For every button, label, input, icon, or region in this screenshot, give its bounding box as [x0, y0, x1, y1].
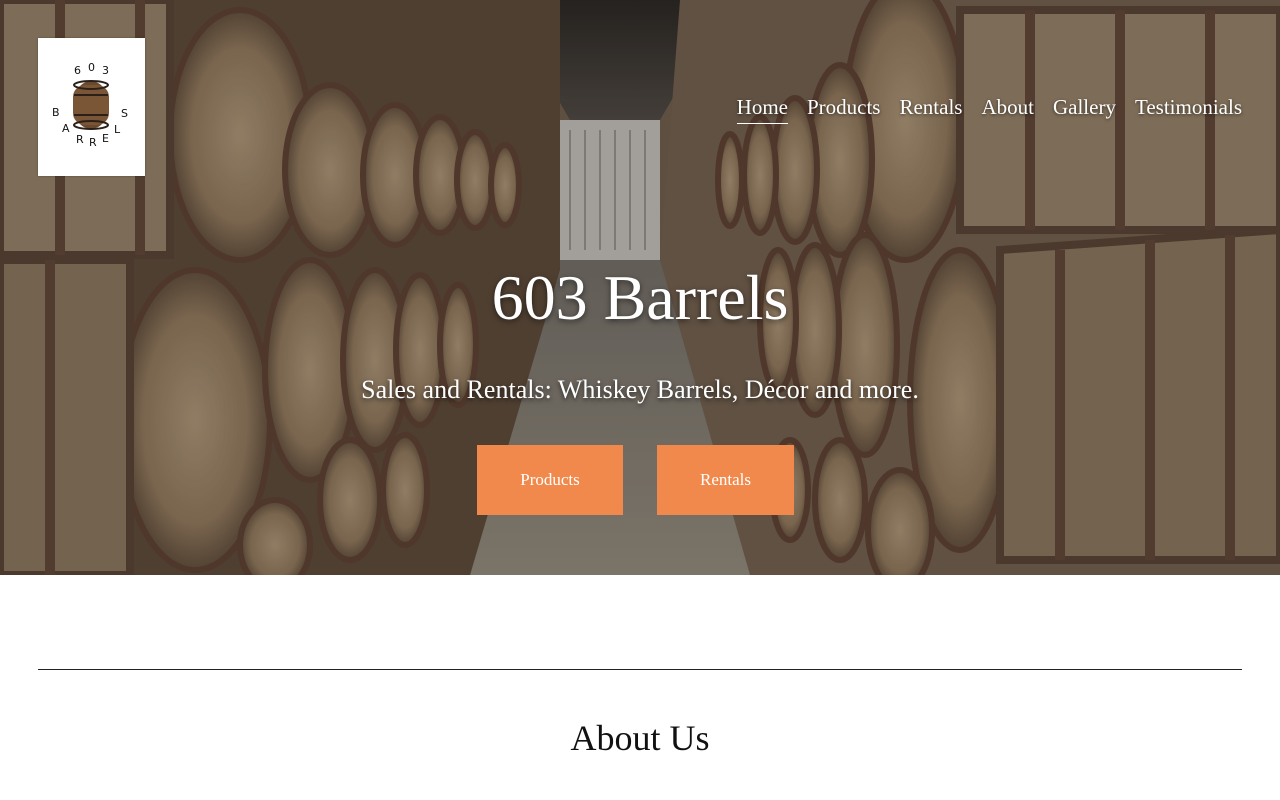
rentals-button[interactable]: Rentals	[657, 445, 794, 515]
hero-subtitle: Sales and Rentals: Whiskey Barrels, Déco…	[361, 375, 919, 404]
hero-title: 603 Barrels	[491, 262, 789, 333]
hero-section: 6 0 3 B A R R E L S Home Products Rental…	[0, 0, 1280, 575]
nav-testimonials[interactable]: Testimonials	[1135, 94, 1242, 123]
logo-letter: 6	[74, 64, 81, 77]
logo-letter: R	[76, 133, 84, 146]
site-logo[interactable]: 6 0 3 B A R R E L S	[38, 38, 145, 176]
nav-products[interactable]: Products	[807, 94, 881, 123]
logo-letter: L	[114, 123, 121, 136]
products-button[interactable]: Products	[477, 445, 623, 515]
nav-gallery[interactable]: Gallery	[1053, 94, 1116, 123]
about-heading: About Us	[570, 718, 710, 758]
nav-home[interactable]: Home	[736, 94, 788, 124]
nav-about[interactable]: About	[981, 94, 1034, 123]
section-divider	[38, 669, 1242, 670]
logo-letter: 3	[102, 64, 109, 77]
logo-letter: S	[121, 107, 128, 120]
logo-letter: A	[62, 122, 70, 135]
logo-letter: R	[89, 136, 97, 149]
nav-rentals[interactable]: Rentals	[899, 94, 962, 123]
logo-letter: B	[52, 106, 60, 119]
logo-letter: 0	[88, 61, 95, 74]
main-nav: Home Products Rentals About Gallery Test…	[736, 94, 1242, 124]
logo-letter: E	[102, 132, 109, 145]
